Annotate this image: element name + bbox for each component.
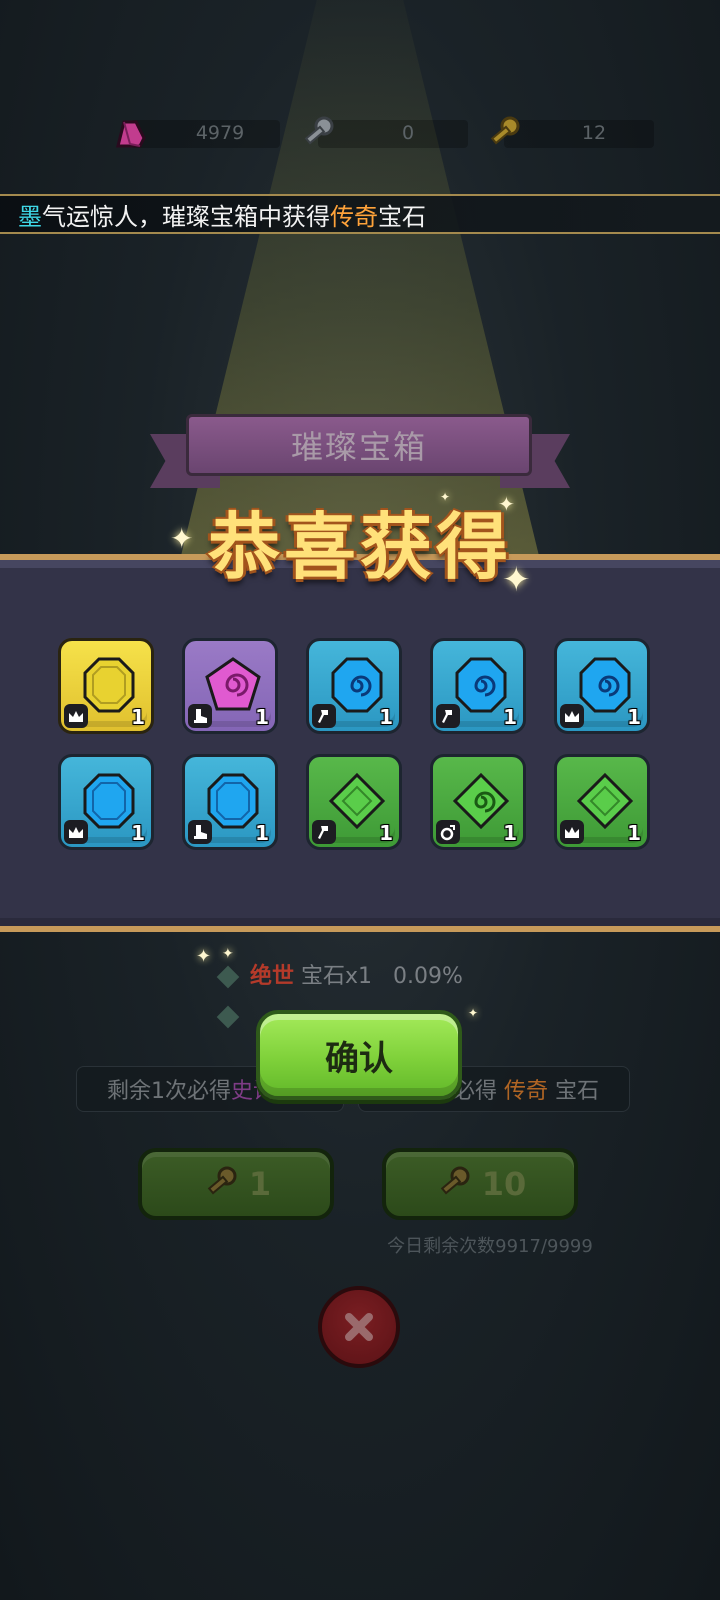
reward-item[interactable]: 1 [306, 638, 402, 734]
gold-key-count: 12 [581, 122, 607, 144]
blue-gem-icon [207, 773, 259, 829]
sparkle-icon: ✦ [498, 492, 515, 516]
reward-item[interactable]: 1 [306, 754, 402, 850]
reward-count: 1 [379, 705, 393, 729]
odds-row-2 [216, 1004, 250, 1029]
reward-panel: 1 1 1 1 1 1 1 1 1 1 [0, 554, 720, 932]
slot-badge [64, 704, 88, 728]
crown-icon [565, 827, 579, 838]
gold-key-icon [207, 1166, 237, 1195]
axe-icon [318, 710, 328, 723]
reward-item[interactable]: 1 [58, 638, 154, 734]
slot-badge [312, 704, 336, 728]
sparkle-icon: ✦ [502, 560, 531, 600]
guarantee-left-prefix: 剩余1次必得 [107, 1079, 231, 1104]
congrats-title: 恭喜获得 [207, 504, 512, 589]
reward-item[interactable]: 1 [430, 638, 526, 734]
reward-item[interactable]: 1 [182, 638, 278, 734]
ring-icon [440, 825, 455, 841]
boot-icon [194, 709, 207, 723]
broadcast-suffix: 宝石 [378, 202, 426, 231]
chest-title: 璀璨宝箱 [186, 414, 532, 476]
confirm-label: 确认 [325, 1038, 393, 1079]
broadcast-message: 气运惊人，璀璨宝箱中获得 [42, 202, 330, 231]
draw-1-count: 1 [248, 1165, 272, 1203]
chest-title-ribbon: 璀璨宝箱 [150, 412, 570, 498]
today-remaining: 今日剩余次数9917/9999 [387, 1236, 593, 1257]
slot-badge [560, 704, 584, 728]
reward-count: 1 [503, 705, 517, 729]
odds-row: 绝世 宝石x1 0.09% [216, 958, 463, 990]
green-gem-icon [328, 772, 386, 830]
purple-gem-icon [205, 657, 261, 711]
diamond-icon [216, 1005, 240, 1029]
close-icon [345, 1313, 373, 1341]
draw-1-button[interactable]: 1 [138, 1148, 334, 1220]
broadcast-player-name: 墨 [18, 202, 42, 231]
close-button[interactable] [318, 1286, 400, 1368]
reward-item[interactable]: 1 [430, 754, 526, 850]
slot-badge [188, 704, 212, 728]
reward-count: 1 [627, 705, 641, 729]
draw-10-count: 10 [481, 1165, 527, 1203]
broadcast-marquee: 墨 气运惊人，璀璨宝箱中获得 传奇 宝石 [0, 194, 720, 234]
gold-gem-icon [83, 657, 135, 713]
odds-text: 宝石x1 [301, 964, 373, 989]
crown-icon [69, 827, 83, 838]
reward-item[interactable]: 1 [58, 754, 154, 850]
reward-item[interactable]: 1 [554, 754, 650, 850]
crown-icon [565, 711, 579, 722]
broadcast-rarity: 传奇 [330, 202, 378, 231]
gem-shard-icon [116, 120, 146, 148]
blue-gem-icon [331, 657, 383, 713]
green-gem-icon [452, 772, 510, 830]
blue-gem-icon [83, 773, 135, 829]
sparkle-icon: ✦ [170, 522, 194, 555]
green-gem-icon [576, 772, 634, 830]
slot-badge [188, 820, 212, 844]
reward-count: 1 [255, 705, 269, 729]
guarantee-right-rarity: 传奇 [503, 1079, 548, 1104]
reward-count: 1 [255, 821, 269, 845]
gem-count: 4979 [195, 122, 245, 144]
resource-bar: 4979 0 12 [110, 112, 670, 156]
slot-badge [64, 820, 88, 844]
slot-badge [560, 820, 584, 844]
sparkle-icon: ✦ [222, 946, 234, 962]
gold-key-icon [490, 116, 520, 145]
reward-item[interactable]: 1 [182, 754, 278, 850]
draw-10-button[interactable]: 10 [382, 1148, 578, 1220]
slot-badge [436, 820, 460, 844]
sparkle-icon: ✦ [468, 1006, 479, 1020]
odds-percent: 0.09% [393, 964, 463, 989]
slot-badge [312, 820, 336, 844]
blue-gem-icon [455, 657, 507, 713]
sparkle-icon: ✦ [196, 946, 212, 967]
odds-rarity: 绝世 [250, 964, 295, 989]
axe-icon [318, 826, 328, 839]
slot-badge [436, 704, 460, 728]
confirm-button[interactable]: 确认 [256, 1010, 462, 1100]
axe-icon [442, 710, 452, 723]
reward-count: 1 [131, 705, 145, 729]
reward-count: 1 [503, 821, 517, 845]
sparkle-icon: ✦ [440, 490, 451, 504]
boot-icon [194, 825, 207, 839]
crown-icon [69, 711, 83, 722]
reward-count: 1 [379, 821, 393, 845]
reward-item[interactable]: 1 [554, 638, 650, 734]
reward-count: 1 [627, 821, 641, 845]
diamond-icon [216, 965, 240, 989]
guarantee-right-suffix: 宝石 [554, 1079, 599, 1104]
blue-gem-icon [579, 657, 631, 713]
reward-count: 1 [131, 821, 145, 845]
gold-key-icon [440, 1166, 470, 1195]
silver-key-count: 0 [401, 122, 415, 144]
silver-key-icon [304, 116, 334, 145]
